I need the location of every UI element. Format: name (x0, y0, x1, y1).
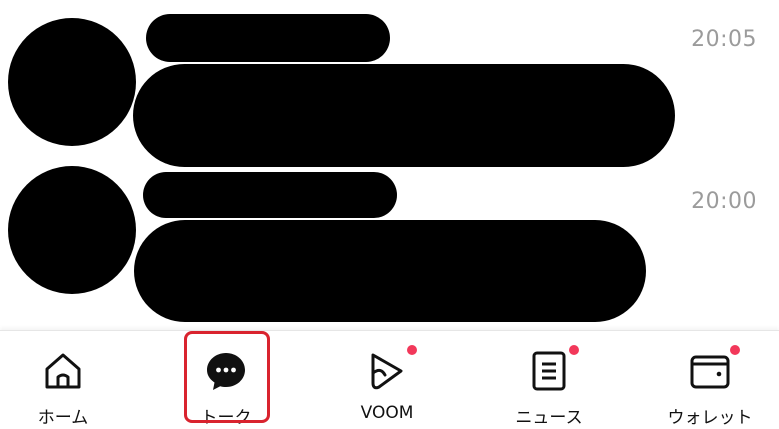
play-icon (365, 345, 417, 393)
tab-label: VOOM (360, 403, 414, 423)
chat-list: 20:05 20:00 (0, 0, 779, 330)
tab-wallet[interactable]: ウォレット (632, 331, 779, 429)
redacted-chat-name (143, 172, 397, 218)
tab-voom[interactable]: VOOM (309, 331, 465, 429)
tab-label: ニュース (515, 408, 583, 428)
chat-list-item[interactable]: 20:05 (0, 0, 779, 167)
chat-timestamp: 20:05 (691, 27, 757, 52)
notification-dot (569, 345, 579, 355)
chat-list-item[interactable]: 20:00 (0, 165, 779, 325)
bottom-tab-bar: ホーム トーク VOOM ニュース ウォレット (0, 330, 779, 429)
avatar (8, 18, 136, 146)
tab-label: ウォレット (667, 408, 753, 428)
tab-label: ホーム (37, 408, 89, 428)
home-icon (41, 349, 85, 393)
redacted-chat-name (146, 14, 390, 62)
chat-timestamp: 20:00 (691, 189, 757, 214)
selected-tab-highlight (184, 331, 270, 423)
tab-home[interactable]: ホーム (0, 331, 141, 429)
wallet-icon (688, 345, 740, 393)
redacted-message-preview (133, 64, 675, 167)
news-icon (527, 345, 579, 393)
redacted-message-preview (134, 220, 646, 322)
notification-dot (730, 345, 740, 355)
tab-news[interactable]: ニュース (471, 331, 627, 429)
avatar (8, 166, 136, 294)
line-app-screen: 20:05 20:00 ホーム トーク VOOM ニュース ウォレット (0, 0, 779, 429)
notification-dot (407, 345, 417, 355)
